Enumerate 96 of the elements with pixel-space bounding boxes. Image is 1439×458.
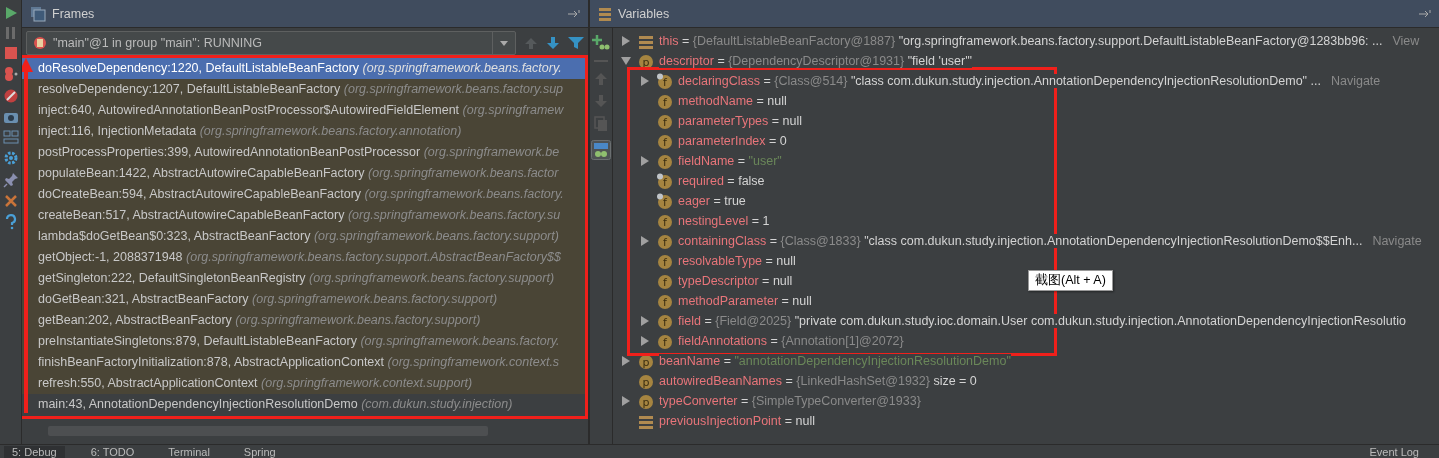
field-icon: f	[656, 292, 674, 310]
tool-window-tab[interactable]: Terminal	[160, 445, 218, 458]
field-icon: f	[656, 312, 674, 330]
hide-icon[interactable]	[568, 9, 580, 18]
expand-arrow-icon[interactable]	[641, 316, 649, 326]
expand-arrow-icon[interactable]	[641, 76, 649, 86]
mute-breakpoints-icon[interactable]	[2, 88, 19, 104]
expand-arrow-icon[interactable]	[622, 396, 630, 406]
frame-item[interactable]: inject:116, InjectionMetadata (org.springframework.beans.factory.annotation)	[22, 121, 588, 142]
expand-arrow-icon[interactable]	[622, 356, 630, 366]
field-icon: f	[656, 272, 674, 290]
field-icon: f	[656, 332, 674, 350]
variable-text: methodName = null	[678, 94, 787, 108]
stop-icon[interactable]	[3, 46, 18, 60]
navigate-link[interactable]: Navigate	[1330, 74, 1381, 88]
pin-icon[interactable]	[2, 172, 19, 188]
variable-text: eager = true	[678, 194, 746, 208]
panel-title: Frames	[52, 6, 95, 21]
frame-item[interactable]: finishBeanFactoryInitialization:878, AbstractApplicationContext (org.springframework.context.s	[22, 352, 588, 373]
variable-text: descriptor = {DependencyDescriptor@1931} "field 'user'"	[659, 54, 973, 68]
tool-window-tab[interactable]: Spring	[235, 445, 284, 458]
frame-item[interactable]: main:43, AnnotationDependencyInjectionResolutionDemo (com.dukun.study.injection)	[22, 394, 588, 415]
frame-item[interactable]: preInstantiateSingletons:879, DefaultListableBeanFactory (org.springframework.beans.factory.	[22, 331, 588, 352]
caret-icon	[500, 40, 508, 46]
help-icon[interactable]	[3, 214, 18, 230]
variable-text: resolvableType = null	[678, 254, 796, 268]
resume-icon[interactable]	[3, 6, 18, 20]
variables-icon	[598, 6, 612, 21]
field-icon: f	[656, 192, 674, 210]
frame-item[interactable]: getSingleton:222, DefaultSingletonBeanRegistry (org.springframework.beans.factory.support)	[22, 268, 588, 289]
breakpoints-icon[interactable]	[2, 66, 19, 82]
parameter-icon: p	[637, 392, 655, 410]
new-watch-icon[interactable]	[592, 34, 610, 50]
filter-icon[interactable]	[568, 36, 584, 50]
field-icon: f	[656, 232, 674, 250]
variable-text: typeDescriptor = null	[678, 274, 793, 288]
navigate-link[interactable]: View	[1392, 34, 1420, 48]
frame-item[interactable]: doGetBean:321, AbstractBeanFactory (org.springframework.beans.factory.support)	[22, 289, 588, 310]
pause-icon[interactable]	[3, 26, 18, 40]
variable-text: parameterIndex = 0	[678, 134, 787, 148]
thread-dropdown[interactable]: "main"@1 in group "main": RUNNING	[26, 31, 516, 55]
frame-item[interactable]: getBean:202, AbstractBeanFactory (org.springframework.beans.factory.support)	[22, 310, 588, 331]
field-icon: f	[656, 252, 674, 270]
down-arrow-icon[interactable]	[546, 36, 560, 50]
expand-arrow-icon[interactable]	[622, 36, 630, 46]
watches-toggle-icon[interactable]	[591, 140, 611, 160]
frame-item[interactable]: refresh:550, AbstractApplicationContext (org.springframework.context.support)	[22, 373, 588, 394]
field-icon: f	[656, 112, 674, 130]
frame-item[interactable]: postProcessProperties:399, AutowiredAnnotationBeanPostProcessor (org.springframework.be	[22, 142, 588, 163]
field-icon: f	[656, 152, 674, 170]
tooltip: 截图(Alt + A)	[1028, 270, 1113, 291]
variable-text: declaringClass = {Class@514} "class com.dukun.study.injection.AnnotationDependencyInjectionResolutionDemo" ...	[678, 74, 1321, 88]
frame-item[interactable]: resolveDependency:1207, DefaultListableBeanFactory (org.springframework.beans.factory.sup	[22, 79, 588, 100]
variable-text: required = false	[678, 174, 765, 188]
parameter-icon: p	[637, 52, 655, 70]
camera-icon[interactable]	[2, 110, 19, 124]
event-log-tab[interactable]: Event Log	[1369, 445, 1419, 458]
frame-item[interactable]: doResolveDependency:1220, DefaultListableBeanFactory (org.springframework.beans.factory.	[22, 58, 588, 79]
frame-item[interactable]: createBean:517, AbstractAutowireCapableBeanFactory (org.springframework.beans.factory.su	[22, 205, 588, 226]
frame-item[interactable]: lambda$doGetBean$0:323, AbstractBeanFactory (org.springframework.beans.factory.support)	[22, 226, 588, 247]
field-icon: f	[656, 92, 674, 110]
parameter-icon: p	[637, 372, 655, 390]
field-icon: f	[656, 212, 674, 230]
thread-icon	[33, 36, 47, 50]
variable-text: fieldName = "user"	[678, 154, 782, 168]
collapse-arrow-icon[interactable]	[621, 57, 631, 65]
variable-text: methodParameter = null	[678, 294, 812, 308]
settings-icon[interactable]	[2, 150, 19, 166]
expand-arrow-icon[interactable]	[641, 336, 649, 346]
field-icon: f	[656, 132, 674, 150]
variable-text: nestingLevel = 1	[678, 214, 770, 228]
frame-item[interactable]: getObject:-1, 2088371948 (org.springframework.beans.factory.support.AbstractBeanFactory$$	[22, 247, 588, 268]
variable-text: typeConverter = {SimpleTypeConverter@1933}	[659, 394, 921, 408]
frames-icon	[30, 5, 46, 22]
frame-item[interactable]: populateBean:1422, AbstractAutowireCapableBeanFactory (org.springframework.beans.factor	[22, 163, 588, 184]
variable-text: field = {Field@2025} "private com.dukun.study.ioc.domain.User com.dukun.study.injection.AnnotationDependencyInjectionResolutio	[678, 314, 1406, 328]
field-icon: f	[656, 172, 674, 190]
tool-window-tab[interactable]: 6: TODO	[82, 445, 143, 458]
variable-text: parameterTypes = null	[678, 114, 803, 128]
navigate-link[interactable]: Navigate	[1372, 234, 1422, 248]
frame-item[interactable]: inject:640, AutowiredAnnotationBeanPostProcessor$AutowiredFieldElement (org.springframew	[22, 100, 588, 121]
expand-arrow-icon[interactable]	[641, 156, 649, 166]
variable-text: autowiredBeanNames = {LinkedHashSet@1932} size = 0	[659, 374, 977, 388]
frame-item[interactable]: doCreateBean:594, AbstractAutowireCapableBeanFactory (org.springframework.beans.factory.	[22, 184, 588, 205]
variable-text: beanName = "annotationDependencyInjectionResolutionDemo"	[659, 354, 1011, 368]
field-icon: f	[656, 72, 674, 90]
variable-text: this = {DefaultListableBeanFactory@1887} "org.springframework.beans.factory.support.DefaultListableBeanFactory@1283bb96: ...	[659, 34, 1383, 48]
tool-window-tab[interactable]: 5: Debug	[4, 445, 65, 458]
hide-icon[interactable]	[1419, 9, 1431, 18]
layout-icon[interactable]	[2, 130, 19, 144]
close-icon[interactable]	[3, 194, 18, 208]
variable-text: fieldAnnotations = {Annotation[1]@2072}	[678, 334, 904, 348]
variable-text: containingClass = {Class@1833} "class com.dukun.study.injection.AnnotationDependencyInjectionResolutionDemo$$Enh...	[678, 234, 1363, 248]
panel-title: Variables	[618, 6, 670, 21]
expand-arrow-icon[interactable]	[641, 236, 649, 246]
variable-text: previousInjectionPoint = null	[659, 414, 816, 428]
